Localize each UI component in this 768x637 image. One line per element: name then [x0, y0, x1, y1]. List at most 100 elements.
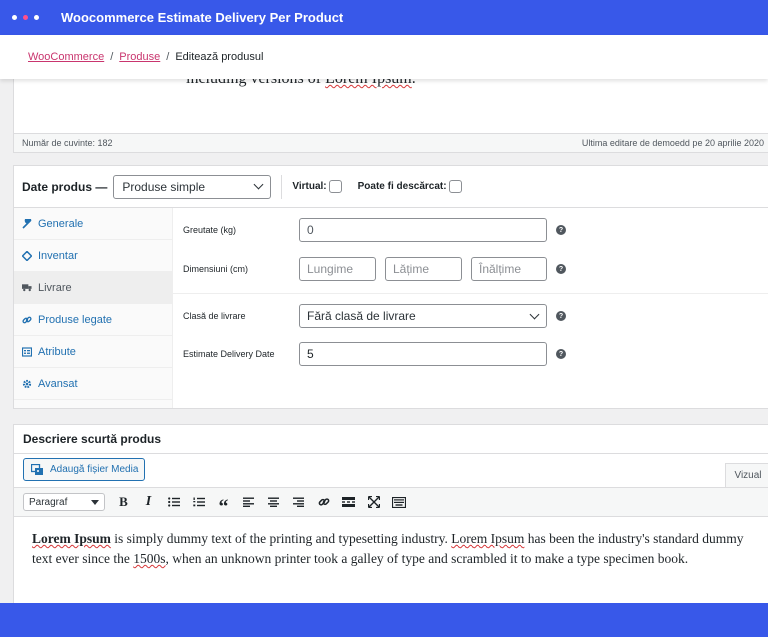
fullscreen-icon[interactable]: [361, 491, 386, 513]
help-icon[interactable]: ?: [556, 349, 566, 359]
format-select[interactable]: Paragraf: [23, 493, 105, 511]
tab-linked-products[interactable]: Produse legate: [14, 304, 172, 336]
product-type-select[interactable]: Produse simple: [113, 174, 272, 199]
align-left-icon[interactable]: [236, 491, 261, 513]
virtual-option[interactable]: Virtual:: [292, 180, 342, 193]
add-media-label: Adaugă fișier Media: [50, 464, 139, 475]
delivery-date-input[interactable]: 5: [299, 342, 547, 366]
read-more-icon[interactable]: [336, 491, 361, 513]
tab-label: Livrare: [38, 281, 72, 294]
content-text: Lorem Ipsum: [32, 531, 111, 546]
downloadable-label: Poate fi descărcat:: [357, 181, 447, 192]
breadcrumb-link-woocommerce[interactable]: WooCommerce: [28, 51, 104, 63]
logo-dot: [34, 15, 39, 20]
editor-toolbar: Paragraf B I “: [14, 487, 768, 517]
divider: [173, 293, 768, 294]
format-value: Paragraf: [29, 496, 68, 508]
bottom-bar: [0, 603, 768, 637]
short-description-title: Descriere scurtă produs: [14, 425, 768, 454]
tab-inventory[interactable]: Inventar: [14, 240, 172, 272]
height-input[interactable]: Înălțime: [471, 257, 547, 281]
link-icon: [22, 315, 32, 325]
last-edit-info: Ultima editare de demoedd pe 20 aprilie …: [581, 138, 764, 148]
content-text: has been the industry's standard dummy: [524, 531, 744, 546]
logo-dot: [23, 15, 28, 20]
product-type-value: Produse simple: [122, 179, 206, 194]
word-count: Număr de cuvinte: 182: [22, 138, 113, 148]
tab-visual[interactable]: Vizual: [725, 463, 768, 487]
align-right-icon[interactable]: [286, 491, 311, 513]
content-line: Lorem Ipsum is simply dummy text of the …: [32, 529, 768, 549]
help-icon[interactable]: ?: [556, 225, 566, 235]
virtual-label: Virtual:: [292, 181, 327, 192]
logo-dot: [12, 15, 17, 20]
weight-label: Greutate (kg): [183, 225, 237, 235]
weight-value: 0: [307, 223, 314, 237]
tab-shipping[interactable]: Livrare: [14, 272, 172, 304]
help-icon[interactable]: ?: [556, 311, 566, 321]
logo: [12, 15, 57, 20]
bullet-list-icon[interactable]: [161, 491, 186, 513]
divider: [281, 174, 283, 199]
tab-attributes[interactable]: Atribute: [14, 336, 172, 368]
breadcrumb: WooCommerce / Produse / Editează produsu…: [0, 35, 768, 79]
tab-label: Inventar: [38, 249, 78, 262]
product-data-box: Date produs — Produse simple Virtual: Po…: [13, 165, 768, 409]
width-input[interactable]: Lățime: [385, 257, 462, 281]
numbered-list-icon[interactable]: [186, 491, 211, 513]
width-placeholder: Lățime: [393, 262, 430, 276]
content-text: , when an unknown printer took a galley …: [165, 551, 689, 566]
shipping-class-value: Fără clasă de livrare: [307, 309, 416, 323]
tab-label: Avansat: [38, 377, 78, 390]
height-placeholder: Înălțime: [479, 262, 522, 276]
dimensions-row: Dimensiuni (cm) Lungime Lățime Înălțime …: [173, 257, 768, 281]
weight-input[interactable]: 0: [299, 218, 547, 242]
product-data-header: Date produs — Produse simple Virtual: Po…: [14, 166, 768, 208]
align-center-icon[interactable]: [261, 491, 286, 513]
top-bar: Woocommerce Estimate Delivery Per Produc…: [0, 0, 768, 35]
bold-icon[interactable]: B: [111, 491, 136, 513]
tab-label: Generale: [38, 217, 84, 230]
tab-label: Produse legate: [38, 313, 112, 326]
help-icon[interactable]: ?: [556, 264, 566, 274]
product-data-title: Date produs —: [22, 179, 108, 194]
editor-status-bar: Număr de cuvinte: 182 Ultima editare de …: [13, 133, 768, 153]
shipping-class-label: Clasă de livrare: [183, 311, 246, 321]
chevron-down-icon: [529, 309, 540, 319]
content-text: is simply dummy text of the printing and…: [110, 531, 452, 546]
tag-icon: [22, 250, 32, 261]
breadcrumb-separator: /: [166, 51, 170, 63]
delivery-date-label: Estimate Delivery Date: [183, 349, 275, 359]
media-icon: [30, 463, 44, 476]
downloadable-checkbox[interactable]: [448, 180, 462, 193]
length-placeholder: Lungime: [307, 262, 354, 276]
truck-icon: [22, 283, 32, 293]
add-media-button[interactable]: Adaugă fișier Media: [23, 458, 145, 481]
keyboard-icon[interactable]: [386, 491, 411, 513]
short-description-content[interactable]: Lorem Ipsum is simply dummy text of the …: [32, 529, 768, 569]
shipping-class-row: Clasă de livrare Fără clasă de livrare ?: [173, 304, 768, 328]
blockquote-icon[interactable]: “: [211, 491, 236, 517]
breadcrumb-separator: /: [110, 51, 114, 63]
link-icon[interactable]: [311, 491, 336, 513]
downloadable-option[interactable]: Poate fi descărcat:: [358, 180, 462, 193]
length-input[interactable]: Lungime: [299, 257, 376, 281]
wrench-icon: [22, 218, 32, 229]
tab-label: Atribute: [38, 345, 76, 358]
content-text: 1500s: [133, 551, 166, 566]
tab-general[interactable]: Generale: [14, 208, 172, 240]
content-text: Lorem Ipsum: [451, 531, 525, 546]
content-text: text ever since the: [32, 551, 134, 566]
italic-icon[interactable]: I: [136, 491, 161, 513]
breadcrumb-link-products[interactable]: Produse: [119, 51, 160, 63]
delivery-date-value: 5: [307, 347, 314, 361]
app-title: Woocommerce Estimate Delivery Per Produc…: [61, 10, 344, 25]
product-data-tabs: Generale Inventar Livrare Produse legate…: [14, 208, 173, 408]
tab-advanced[interactable]: Avansat: [14, 368, 172, 400]
list-icon: [22, 346, 32, 357]
virtual-checkbox[interactable]: [328, 180, 342, 193]
chevron-down-icon: [253, 179, 264, 190]
shipping-class-select[interactable]: Fără clasă de livrare: [299, 304, 547, 328]
content-line: text ever since the 1500s, when an unkno…: [32, 549, 768, 569]
caret-down-icon: [91, 499, 99, 505]
